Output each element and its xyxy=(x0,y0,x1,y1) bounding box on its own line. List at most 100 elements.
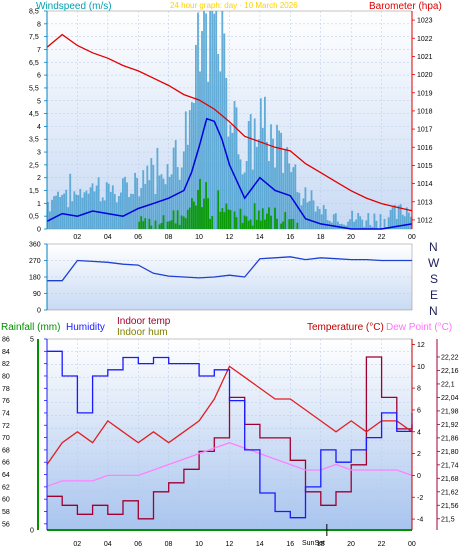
gust-bar xyxy=(306,202,309,229)
gust-bar xyxy=(107,183,110,229)
temperature-y-tick-label: 2 xyxy=(417,451,421,458)
barometer-y-tick-label: 1012 xyxy=(417,217,433,224)
wind-low-bar xyxy=(225,203,228,229)
gust-bar xyxy=(320,214,323,229)
wind-low-bar xyxy=(229,210,232,229)
wind-low-bar xyxy=(140,216,143,229)
indoor-temp-y-tick-label: 21,68 xyxy=(441,476,459,483)
compass-n-top: N xyxy=(429,240,438,254)
wind-low-bar xyxy=(160,222,163,229)
gust-bar xyxy=(365,220,368,229)
gust-bar xyxy=(113,194,116,229)
gust-bar xyxy=(184,111,187,229)
gust-bar xyxy=(57,191,59,229)
time-tick-label: 14 xyxy=(256,541,264,548)
gust-bar xyxy=(395,218,398,229)
gust-bar xyxy=(278,130,281,229)
indoor-temp-y-tick-label: 22,1 xyxy=(441,381,455,388)
gust-bar xyxy=(122,178,124,229)
time-tick-label: 10 xyxy=(195,234,203,241)
gust-bar xyxy=(95,185,98,229)
gust-bar xyxy=(142,170,145,229)
gust-bar xyxy=(361,219,364,229)
direction-panel-background xyxy=(46,243,413,311)
wind-low-bar xyxy=(148,218,151,229)
gust-bar xyxy=(146,165,149,229)
humidity-y-tick-label: 84 xyxy=(2,349,10,356)
graph-canvas: Windspeed (m/s) 24 hour graph: day · 10 … xyxy=(1,1,459,548)
wind-low-bar xyxy=(296,222,299,229)
barometer-y-tick-label: 1013 xyxy=(417,199,433,206)
humidity-y-tick-label: 74 xyxy=(2,410,10,417)
wind-low-bar xyxy=(193,201,195,229)
gust-bar xyxy=(93,191,96,229)
time-tick-label: 12 xyxy=(226,541,234,548)
time-tick-label: 00 xyxy=(408,541,416,548)
weather-graphs: Windspeed (m/s) 24 hour graph: day · 10 … xyxy=(0,0,459,555)
gust-bar xyxy=(164,184,167,229)
gust-bar xyxy=(97,177,100,229)
wind-y-tick-label: 3 xyxy=(37,150,41,157)
gust-bar xyxy=(249,114,252,229)
wind-low-bar xyxy=(170,220,173,229)
gust-bar xyxy=(51,199,53,229)
gust-bar xyxy=(136,177,139,229)
indoor-temp-y-tick-label: 22,16 xyxy=(441,368,459,375)
gust-bar xyxy=(55,195,57,229)
wind-low-bar xyxy=(284,211,287,229)
wind-low-bar xyxy=(197,189,199,229)
time-tick-label: 00 xyxy=(408,234,416,241)
humidity-y-tick-label: 58 xyxy=(2,509,10,516)
wind-low-bar xyxy=(174,223,177,229)
wind-low-bar xyxy=(259,220,262,229)
barometer-y-tick-label: 1016 xyxy=(417,145,433,152)
wind-low-bar xyxy=(247,220,250,229)
gust-bar xyxy=(264,96,266,229)
gust-bar xyxy=(304,187,307,229)
gust-bar xyxy=(178,179,181,229)
gust-bar xyxy=(379,214,382,229)
wind-low-bar xyxy=(205,182,208,229)
gust-bar xyxy=(67,207,70,229)
gust-bar xyxy=(312,200,315,229)
direction-y-tick-label: 0 xyxy=(37,308,41,315)
indoor-temp-y-tick-label: 21,74 xyxy=(441,462,459,469)
time-tick-label: 06 xyxy=(134,234,142,241)
wind-low-bar xyxy=(241,223,244,229)
gust-bar xyxy=(391,206,394,229)
barometer-y-tick-label: 1023 xyxy=(417,18,433,25)
gust-bar xyxy=(237,154,240,229)
wind-y-tick-label: 2,5 xyxy=(29,162,39,169)
humidity-y-tick-label: 64 xyxy=(2,472,10,479)
wind-low-bar xyxy=(290,219,293,229)
time-tick-label: 08 xyxy=(165,541,173,548)
date-title: 24 hour graph: day · 10 March 2026 xyxy=(170,1,298,10)
gust-bar xyxy=(259,98,262,229)
gust-bar xyxy=(77,195,80,229)
wind-y-tick-label: 6 xyxy=(37,73,41,80)
gust-bar xyxy=(367,213,370,229)
sunset-label: SunSet xyxy=(302,540,325,547)
wind-y-tick-label: 6,5 xyxy=(29,60,39,67)
gust-bar xyxy=(324,209,327,229)
direction-y-tick-label: 180 xyxy=(29,275,41,282)
temperature-axis-label: Temperature (°C) xyxy=(307,322,384,333)
gust-bar xyxy=(359,216,362,229)
wind-low-bar xyxy=(168,221,171,229)
gust-bar xyxy=(73,191,76,229)
humidity-y-tick-label: 86 xyxy=(2,337,10,344)
gust-bar xyxy=(403,216,406,229)
wind-y-tick-label: 4,5 xyxy=(29,111,39,118)
wind-y-tick-label: 5 xyxy=(37,98,41,105)
wind-low-bar xyxy=(166,221,169,229)
gust-bar xyxy=(270,124,272,229)
gust-bar xyxy=(91,183,94,229)
wind-low-bar xyxy=(280,223,283,229)
gust-bar xyxy=(87,193,90,229)
direction-y-tick-label: 270 xyxy=(29,258,41,265)
gust-bar xyxy=(111,185,114,229)
gust-bar xyxy=(150,158,153,229)
wind-low-bar xyxy=(288,219,291,229)
gust-bar xyxy=(53,196,55,229)
wind-low-bar xyxy=(221,208,224,229)
